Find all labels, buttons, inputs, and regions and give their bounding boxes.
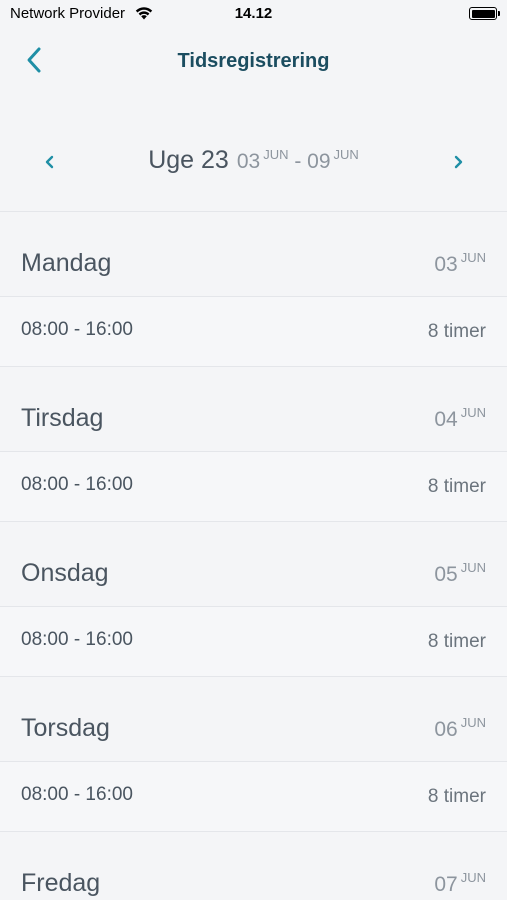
entry-time-range: 08:00 - 16:00 <box>21 474 133 495</box>
day-header-thursday: Torsdag 06 JUN <box>0 677 507 762</box>
navigation-bar: Tidsregistrering <box>0 36 507 86</box>
day-date-day: 05 <box>434 563 458 586</box>
week-end-month: JUN <box>333 147 359 162</box>
day-header-wednesday: Onsdag 05 JUN <box>0 522 507 607</box>
day-header-friday: Fredag 07 JUN <box>0 832 507 900</box>
status-bar: Network Provider 14.12 <box>0 0 507 28</box>
status-time: 14.12 <box>234 5 273 22</box>
page-title: Tidsregistrering <box>177 50 330 72</box>
day-name: Torsdag <box>21 714 110 742</box>
week-selector: Uge 23 03 JUN - 09 JUN <box>0 128 507 198</box>
day-name: Mandag <box>21 249 112 277</box>
screen: Network Provider 14.12 Tidsregistrering <box>0 0 507 900</box>
entry-hours: 8 timer <box>427 321 486 342</box>
week-date-range: 03 JUN - 09 JUN <box>236 147 359 173</box>
week-end-day: 09 <box>307 150 331 173</box>
entry-time-range: 08:00 - 16:00 <box>21 629 133 650</box>
day-name: Fredag <box>21 869 101 897</box>
day-date: 03 JUN <box>434 250 486 277</box>
day-date-day: 04 <box>434 408 458 431</box>
day-name: Tirsdag <box>21 404 104 432</box>
week-label: Uge 23 03 JUN - 09 JUN <box>0 146 507 175</box>
entry-hours: 8 timer <box>427 786 486 807</box>
day-date-month: JUN <box>460 250 486 265</box>
entry-hours: 8 timer <box>427 631 486 652</box>
day-date-day: 03 <box>434 253 458 276</box>
week-start-day: 03 <box>236 150 261 173</box>
day-date-month: JUN <box>460 715 486 730</box>
week-start-month: JUN <box>263 147 289 162</box>
time-entry-row[interactable]: 08:00 - 16:00 8 timer <box>0 607 507 677</box>
day-date-month: JUN <box>460 560 486 575</box>
day-date: 06 JUN <box>434 715 486 742</box>
day-header-tuesday: Tirsdag 04 JUN <box>0 367 507 452</box>
entry-hours: 8 timer <box>427 476 486 497</box>
battery-icon <box>469 7 500 20</box>
entry-time-range: 08:00 - 16:00 <box>21 319 133 340</box>
day-header-monday: Mandag 03 JUN <box>0 212 507 297</box>
day-date: 04 JUN <box>434 405 486 432</box>
next-week-button[interactable] <box>446 150 470 174</box>
day-date-month: JUN <box>460 405 486 420</box>
day-list: Mandag 03 JUN 08:00 - 16:00 8 timer Tirsd… <box>0 211 507 900</box>
day-name: Onsdag <box>21 559 109 587</box>
day-date-month: JUN <box>460 870 486 885</box>
week-number: Uge 23 <box>148 146 229 174</box>
chevron-right-icon <box>446 155 470 178</box>
week-range-separator: - <box>294 150 302 173</box>
day-date-day: 07 <box>434 873 458 896</box>
day-date: 07 JUN <box>434 870 486 897</box>
day-date-day: 06 <box>434 718 458 741</box>
time-entry-row[interactable]: 08:00 - 16:00 8 timer <box>0 452 507 522</box>
time-entry-row[interactable]: 08:00 - 16:00 8 timer <box>0 762 507 832</box>
entry-time-range: 08:00 - 16:00 <box>21 784 133 805</box>
time-entry-row[interactable]: 08:00 - 16:00 8 timer <box>0 297 507 367</box>
day-date: 05 JUN <box>434 560 486 587</box>
